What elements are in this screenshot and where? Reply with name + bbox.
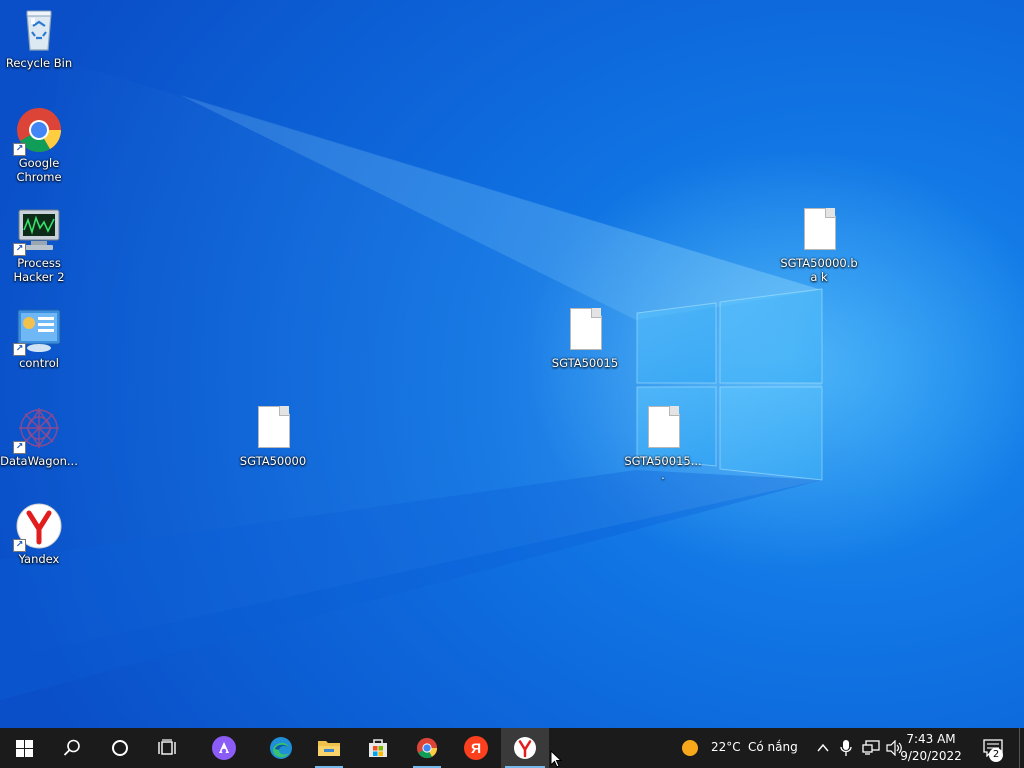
- alice-icon: [212, 736, 236, 760]
- sun-icon: [682, 740, 698, 756]
- control-panel-icon: ↗: [13, 306, 63, 356]
- desktop-icon-file[interactable]: SGTA50015....: [624, 404, 702, 482]
- show-desktop-button[interactable]: [1019, 728, 1024, 768]
- svg-text:Я: Я: [471, 740, 481, 756]
- desktop[interactable]: Recycle Bin ↗ Google Chrome ↗ Process Ha…: [0, 0, 1024, 728]
- chrome-icon: [416, 737, 438, 759]
- taskbar-alice[interactable]: [200, 728, 248, 768]
- network-icon[interactable]: [862, 740, 880, 756]
- desktop-icon-label: Recycle Bin: [5, 56, 73, 70]
- taskbar-yandex-browser[interactable]: [501, 728, 549, 768]
- shortcut-arrow-icon: ↗: [13, 243, 26, 256]
- cortana-circle-icon: [112, 740, 128, 756]
- taskbar-yandex-app[interactable]: Я: [452, 728, 500, 768]
- cortana-button[interactable]: [96, 728, 144, 768]
- datawagon-icon: ↗: [13, 404, 63, 454]
- shortcut-arrow-icon: ↗: [13, 343, 26, 356]
- task-view-icon: [158, 739, 176, 755]
- shortcut-arrow-icon: ↗: [13, 143, 26, 156]
- notification-count-badge: 2: [989, 748, 1003, 762]
- mouse-cursor-icon: [550, 750, 562, 768]
- file-icon: [249, 404, 297, 452]
- task-view-button[interactable]: [144, 728, 192, 768]
- search-button[interactable]: [48, 728, 96, 768]
- desktop-icon-file[interactable]: SGTA50015: [546, 306, 624, 370]
- desktop-icon-label: SGTA50015: [551, 356, 619, 370]
- desktop-icon-label: control: [19, 356, 59, 370]
- taskbar-chrome[interactable]: [403, 728, 451, 768]
- desktop-icon-label: SGTA50015....: [624, 454, 702, 482]
- desktop-icon-file[interactable]: SGTA50000: [234, 404, 312, 468]
- desktop-icon-datawagon[interactable]: ↗ DataWagon...: [0, 404, 78, 468]
- clock-time: 7:43 AM: [906, 732, 956, 746]
- edge-icon: [270, 737, 292, 759]
- search-icon: [63, 739, 80, 756]
- taskbar: Я 22°C Có nắng 7:43 AM 9/20/2022 2: [0, 728, 1024, 768]
- yandex-browser-icon: [514, 737, 536, 759]
- desktop-icon-label: DataWagon...: [0, 454, 78, 468]
- shortcut-arrow-icon: ↗: [13, 539, 26, 552]
- show-hidden-icons-chevron-icon[interactable]: [816, 741, 830, 755]
- file-icon: [561, 306, 609, 354]
- file-icon: [639, 404, 687, 452]
- desktop-icon-recycle-bin[interactable]: Recycle Bin: [0, 6, 78, 70]
- chrome-icon: ↗: [13, 106, 63, 156]
- taskbar-file-explorer[interactable]: [305, 728, 353, 768]
- desktop-icon-label: SGTA50000.ba k: [780, 256, 858, 284]
- weather-condition: Có nắng: [748, 740, 798, 754]
- clock[interactable]: 7:43 AM 9/20/2022: [896, 731, 966, 765]
- weather-widget[interactable]: 22°C Có nắng: [678, 728, 806, 768]
- yandex-browser-icon: ↗: [13, 502, 63, 552]
- process-hacker-icon: ↗: [13, 206, 63, 256]
- folder-icon: [318, 741, 340, 756]
- desktop-icon-process-hacker[interactable]: ↗ Process Hacker 2: [0, 206, 78, 284]
- taskbar-edge[interactable]: [257, 728, 305, 768]
- desktop-icon-label: Process Hacker 2: [13, 256, 65, 284]
- shortcut-arrow-icon: ↗: [13, 441, 26, 454]
- store-icon: [369, 739, 387, 757]
- microphone-icon[interactable]: [840, 739, 852, 757]
- weather-temperature: 22°C: [711, 740, 741, 754]
- recycle-bin-icon: [15, 6, 63, 54]
- taskbar-store[interactable]: [354, 728, 402, 768]
- desktop-icon-control[interactable]: ↗ control: [0, 306, 78, 370]
- desktop-icon-file[interactable]: SGTA50000.ba k: [780, 206, 858, 284]
- yandex-letter-icon: Я: [464, 736, 488, 760]
- desktop-icon-label: Yandex: [18, 552, 60, 566]
- desktop-icon-yandex[interactable]: ↗ Yandex: [0, 502, 78, 566]
- file-icon: [795, 206, 843, 254]
- desktop-icon-label: Google Chrome: [16, 156, 62, 184]
- desktop-icon-label: SGTA50000: [239, 454, 307, 468]
- clock-date: 9/20/2022: [900, 749, 962, 763]
- windows-logo-icon: [15, 739, 33, 757]
- start-button[interactable]: [0, 728, 48, 768]
- desktop-icon-google-chrome[interactable]: ↗ Google Chrome: [0, 106, 78, 184]
- notification-center-button[interactable]: 2: [972, 728, 1016, 768]
